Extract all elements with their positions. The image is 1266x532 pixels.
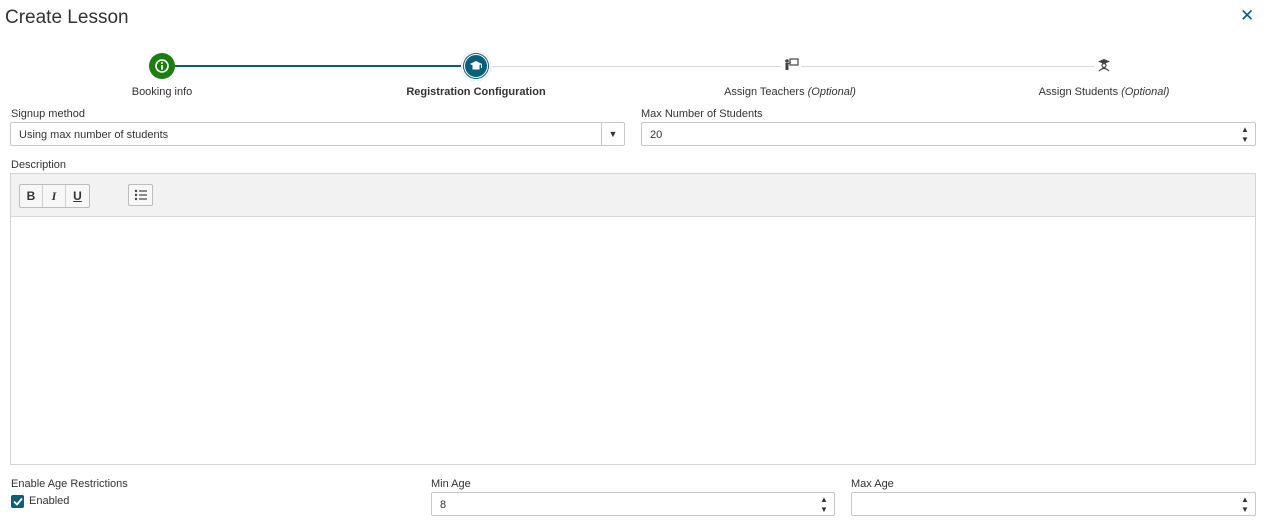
info-icon	[155, 59, 169, 73]
spin-down-icon[interactable]: ▼	[1239, 135, 1251, 145]
step-booking-info-label[interactable]: Booking info	[132, 86, 193, 98]
spin-down-icon[interactable]: ▼	[1239, 505, 1251, 515]
max-age-input[interactable]: ▲ ▼	[851, 492, 1256, 516]
format-button-group: B I U	[19, 184, 90, 208]
step-connector-completed	[175, 65, 462, 67]
dialog-title: Create Lesson	[5, 7, 129, 28]
bullet-list-icon	[134, 189, 147, 201]
description-editor[interactable]: B I U	[10, 173, 1256, 465]
max-age-stepper[interactable]: ▲ ▼	[1239, 495, 1251, 515]
graduation-cap-icon	[470, 61, 482, 70]
min-age-stepper[interactable]: ▲ ▼	[818, 495, 830, 515]
teacher-icon	[785, 58, 799, 70]
signup-method-value: Using max number of students	[19, 129, 169, 141]
description-content-area[interactable]	[11, 217, 1255, 464]
step-registration-label[interactable]: Registration Configuration	[406, 86, 545, 98]
spin-down-icon[interactable]: ▼	[818, 505, 830, 515]
editor-toolbar: B I U	[11, 174, 1255, 217]
checkmark-icon	[12, 497, 23, 506]
step-assign-students-indicator[interactable]	[1094, 56, 1114, 74]
close-icon[interactable]: ✕	[1240, 7, 1254, 25]
bold-button[interactable]: B	[20, 185, 43, 207]
step-registration-indicator[interactable]	[461, 51, 491, 81]
max-students-label: Max Number of Students	[641, 108, 763, 120]
spin-up-icon[interactable]: ▲	[818, 495, 830, 505]
underline-button[interactable]: U	[66, 185, 89, 207]
max-students-stepper[interactable]: ▲ ▼	[1239, 125, 1251, 145]
age-restrictions-checkbox[interactable]	[11, 495, 24, 508]
student-icon	[1098, 59, 1110, 72]
min-age-label: Min Age	[431, 478, 471, 490]
max-students-input[interactable]: 20 ▲ ▼	[641, 122, 1256, 146]
max-students-value: 20	[650, 129, 663, 141]
step-active-ring	[464, 54, 488, 78]
step-assign-teachers-indicator[interactable]	[781, 56, 801, 74]
min-age-value: 8	[440, 499, 447, 511]
spin-up-icon[interactable]: ▲	[1239, 495, 1251, 505]
enabled-label[interactable]: Enabled	[29, 495, 69, 507]
step-assign-teachers-label[interactable]: Assign Teachers (Optional)	[724, 86, 856, 98]
signup-method-select[interactable]: Using max number of students ▼	[10, 122, 625, 146]
min-age-input[interactable]: 8 ▲ ▼	[431, 492, 835, 516]
max-age-label: Max Age	[851, 478, 894, 490]
bullet-list-button[interactable]	[128, 184, 153, 206]
signup-method-label: Signup method	[11, 108, 85, 120]
italic-button[interactable]: I	[43, 185, 66, 207]
description-label: Description	[11, 159, 67, 171]
age-restrictions-label: Enable Age Restrictions	[11, 478, 128, 490]
spin-up-icon[interactable]: ▲	[1239, 125, 1251, 135]
step-booking-info-indicator[interactable]	[149, 53, 175, 79]
chevron-down-icon[interactable]: ▼	[601, 123, 624, 145]
step-assign-students-label[interactable]: Assign Students (Optional)	[1039, 86, 1170, 98]
